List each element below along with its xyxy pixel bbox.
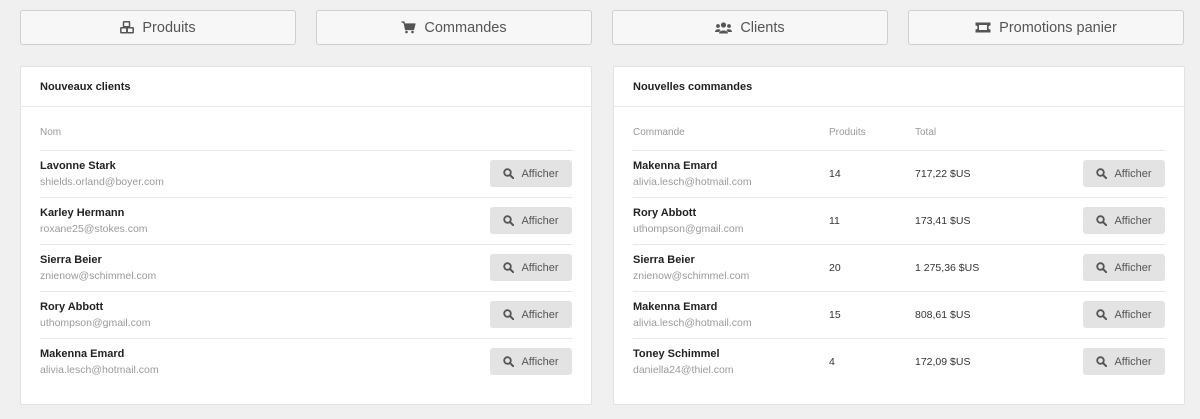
users-icon <box>715 21 733 34</box>
nav-label-clients: Clients <box>740 19 785 36</box>
table-header: Nom <box>40 107 572 151</box>
table-row: Sierra Beier znienow@schimmel.com 20 1 275,… <box>633 245 1165 292</box>
search-icon <box>503 309 515 320</box>
view-button-label: Afficher <box>521 355 559 368</box>
order-product-count: 20 <box>829 262 841 274</box>
view-button[interactable]: Afficher <box>490 301 572 328</box>
view-button-label: Afficher <box>1114 308 1152 321</box>
view-button[interactable]: Afficher <box>490 160 572 187</box>
view-button[interactable]: Afficher <box>1083 301 1165 328</box>
ticket-icon <box>975 22 991 33</box>
view-button[interactable]: Afficher <box>490 348 572 375</box>
customer-email: uthompson@gmail.com <box>40 317 151 329</box>
view-button-label: Afficher <box>1114 355 1152 368</box>
view-button[interactable]: Afficher <box>490 207 572 234</box>
view-button-label: Afficher <box>521 214 559 227</box>
customer-email: znienow@schimmel.com <box>633 270 750 282</box>
view-button-label: Afficher <box>521 261 559 274</box>
view-button-label: Afficher <box>1114 214 1152 227</box>
view-button-label: Afficher <box>521 308 559 321</box>
customer-name: Sierra Beier <box>633 254 695 266</box>
order-total: 172,09 $US <box>915 356 971 368</box>
table-row: Sierra Beier znienow@schimmel.com Afficher <box>40 245 572 292</box>
customer-name: Rory Abbott <box>40 301 104 313</box>
search-icon <box>1096 356 1108 367</box>
customer-name: Makenna Emard <box>40 348 125 360</box>
cart-icon <box>401 21 416 34</box>
order-total: 808,61 $US <box>915 309 971 321</box>
customer-email: alivia.lesch@hotmail.com <box>633 317 752 329</box>
column-header-total: Total <box>915 127 937 138</box>
new-customers-table: Nom Lavonne Stark shields.orland@boyer.co… <box>40 107 572 386</box>
order-total: 717,22 $US <box>915 168 971 180</box>
order-product-count: 4 <box>829 356 835 368</box>
column-header-products: Produits <box>829 127 866 138</box>
search-icon <box>503 262 515 273</box>
customer-name: Makenna Emard <box>633 301 718 313</box>
nav-button-clients[interactable]: Clients <box>612 10 888 45</box>
view-button[interactable]: Afficher <box>1083 348 1165 375</box>
table-row: Makenna Emard alivia.lesch@hotmail.com 15 8… <box>633 292 1165 339</box>
customer-email: alivia.lesch@hotmail.com <box>40 364 159 376</box>
new-customers-title: Nouveaux clients <box>21 67 591 107</box>
order-product-count: 15 <box>829 309 841 321</box>
customer-name: Karley Hermann <box>40 207 125 219</box>
customer-name: Makenna Emard <box>633 160 718 172</box>
table-row: Rory Abbott uthompson@gmail.com Afficher <box>40 292 572 339</box>
search-icon <box>503 215 515 226</box>
top-navigation: Produits Commandes Clients Promotions pa… <box>20 10 1184 45</box>
nav-button-cart-promotions[interactable]: Promotions panier <box>908 10 1184 45</box>
new-customers-panel: Nouveaux clients Nom Lavonne Stark shield… <box>20 66 592 405</box>
view-button[interactable]: Afficher <box>1083 254 1165 281</box>
new-orders-table: Commande Produits Total Makenna Emard ali… <box>633 107 1165 386</box>
search-icon <box>1096 309 1108 320</box>
table-row: Makenna Emard alivia.lesch@hotmail.com 14 7… <box>633 151 1165 198</box>
nav-label-cart-promotions: Promotions panier <box>999 19 1117 36</box>
search-icon <box>1096 215 1108 226</box>
search-icon <box>1096 262 1108 273</box>
table-row: Makenna Emard alivia.lesch@hotmail.com Aff… <box>40 339 572 386</box>
table-row: Toney Schimmel daniella24@thiel.com 4 172,0… <box>633 339 1165 386</box>
search-icon <box>503 168 515 179</box>
column-header-order: Commande <box>633 127 685 138</box>
view-button-label: Afficher <box>1114 167 1152 180</box>
view-button[interactable]: Afficher <box>490 254 572 281</box>
order-product-count: 11 <box>829 215 840 227</box>
view-button-label: Afficher <box>1114 261 1152 274</box>
search-icon <box>1096 168 1108 179</box>
search-icon <box>503 356 515 367</box>
customer-name: Toney Schimmel <box>633 348 720 360</box>
cubes-icon <box>120 21 135 34</box>
customer-name: Lavonne Stark <box>40 160 116 172</box>
customer-email: znienow@schimmel.com <box>40 270 157 282</box>
customer-email: uthompson@gmail.com <box>633 223 744 235</box>
new-orders-panel: Nouvelles commandes Commande Produits To… <box>613 66 1185 405</box>
nav-label-orders: Commandes <box>424 19 507 36</box>
order-product-count: 14 <box>829 168 841 180</box>
table-row: Karley Hermann roxane25@stokes.com Affiche… <box>40 198 572 245</box>
view-button[interactable]: Afficher <box>1083 207 1165 234</box>
nav-button-products[interactable]: Produits <box>20 10 296 45</box>
customer-email: daniella24@thiel.com <box>633 364 734 376</box>
view-button[interactable]: Afficher <box>1083 160 1165 187</box>
customer-email: roxane25@stokes.com <box>40 223 148 235</box>
order-total: 173,41 $US <box>915 215 971 227</box>
view-button-label: Afficher <box>521 167 559 180</box>
customer-name: Rory Abbott <box>633 207 697 219</box>
nav-button-orders[interactable]: Commandes <box>316 10 592 45</box>
customer-email: shields.orland@boyer.com <box>40 176 164 188</box>
table-row: Rory Abbott uthompson@gmail.com 11 173,41 $… <box>633 198 1165 245</box>
customer-name: Sierra Beier <box>40 254 102 266</box>
column-header-name: Nom <box>40 127 62 138</box>
nav-label-products: Produits <box>142 19 196 36</box>
order-total: 1 275,36 $US <box>915 262 980 274</box>
new-orders-title: Nouvelles commandes <box>614 67 1184 107</box>
customer-email: alivia.lesch@hotmail.com <box>633 176 752 188</box>
table-header: Commande Produits Total <box>633 107 1165 151</box>
table-row: Lavonne Stark shields.orland@boyer.com Aff… <box>40 151 572 198</box>
